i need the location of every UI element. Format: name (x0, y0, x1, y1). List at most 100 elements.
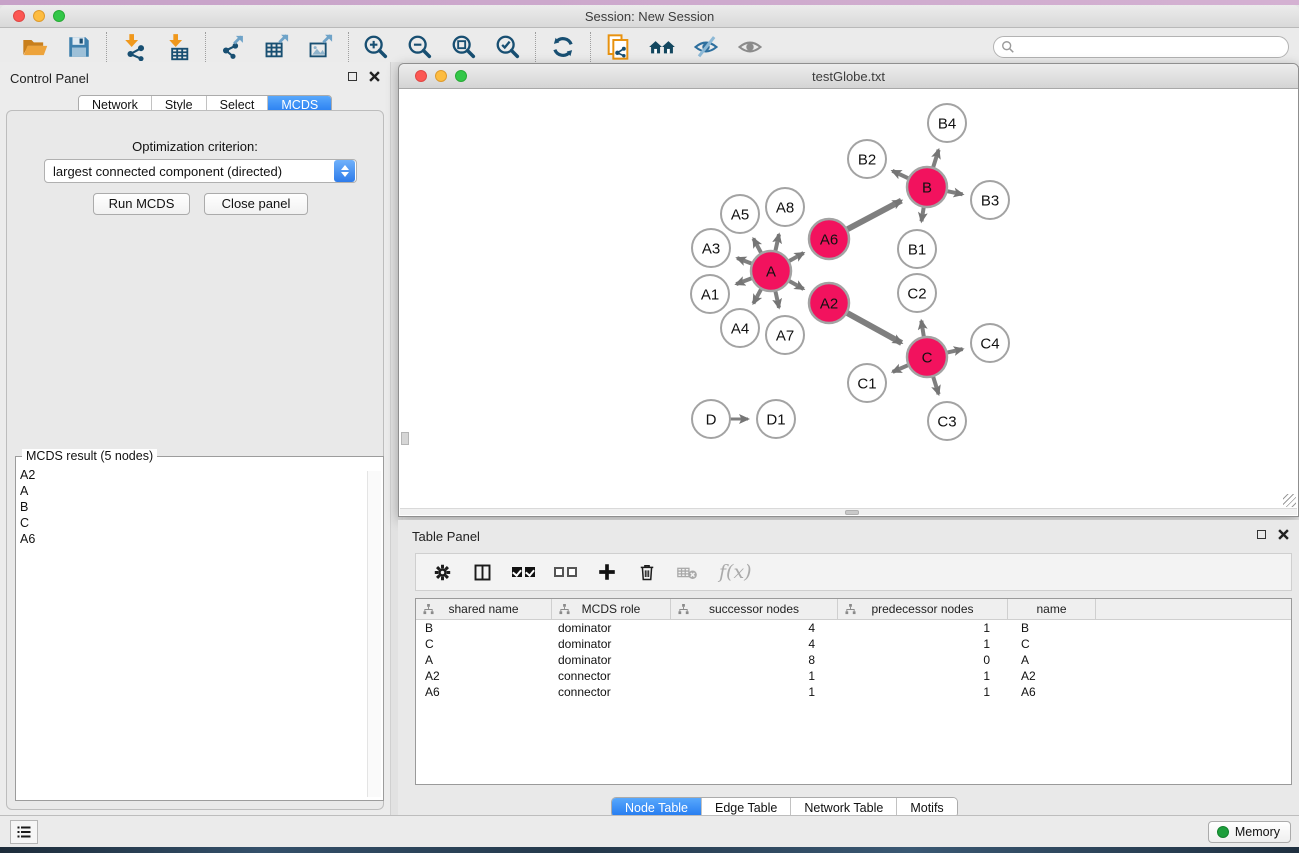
network-edge[interactable] (847, 201, 902, 230)
new-session-button[interactable] (600, 32, 636, 62)
network-edge[interactable] (947, 349, 963, 353)
add-column-button[interactable] (596, 561, 618, 583)
column-header-successor-nodes[interactable]: successor nodes (671, 599, 838, 619)
network-edge[interactable] (753, 289, 761, 304)
search-input[interactable] (1019, 38, 1288, 56)
network-node[interactable]: C (907, 337, 947, 377)
network-node[interactable]: A8 (766, 188, 804, 226)
network-close-button[interactable] (415, 70, 427, 82)
float-panel-icon[interactable] (348, 72, 357, 81)
export-table-button[interactable] (259, 32, 295, 62)
network-node[interactable]: C3 (928, 402, 966, 440)
network-node[interactable]: A2 (809, 283, 849, 323)
network-node[interactable]: B1 (898, 230, 936, 268)
network-node[interactable]: C4 (971, 324, 1009, 362)
run-mcds-button[interactable]: Run MCDS (93, 193, 190, 215)
network-edge[interactable] (753, 239, 761, 254)
network-node[interactable]: B3 (971, 181, 1009, 219)
network-node[interactable]: C2 (898, 274, 936, 312)
close-panel-icon[interactable] (369, 71, 380, 82)
float-panel-icon[interactable] (1257, 530, 1266, 539)
task-history-button[interactable] (10, 820, 38, 844)
deselect-all-button[interactable] (554, 567, 577, 577)
zoom-window-button[interactable] (53, 10, 65, 22)
export-image-button[interactable] (303, 32, 339, 62)
result-item[interactable]: A (20, 483, 35, 499)
network-zoom-button[interactable] (455, 70, 467, 82)
network-vscrollbar-thumb[interactable] (401, 432, 409, 445)
delete-table-button[interactable] (676, 560, 700, 584)
result-item[interactable]: A2 (20, 467, 35, 483)
network-edge[interactable] (921, 321, 924, 338)
mcds-result-list[interactable]: A2 A B C A6 (20, 467, 35, 547)
search-field[interactable] (993, 36, 1289, 58)
zoom-out-button[interactable] (402, 32, 438, 62)
network-edge[interactable] (921, 207, 923, 222)
network-node[interactable]: B2 (848, 140, 886, 178)
network-edge[interactable] (847, 313, 902, 343)
network-edge[interactable] (775, 234, 779, 251)
network-window-titlebar[interactable]: testGlobe.txt (399, 64, 1298, 89)
network-graph[interactable]: B4 B2 B B3 A8A5 A6 A3 B1 A A1 C2 A2 A4A7 C4 C C1 D D1 C3 (400, 90, 1297, 510)
table-row[interactable]: A2 connector 1 1 A2 (416, 668, 1291, 684)
close-panel-button[interactable]: Close panel (204, 193, 308, 215)
refresh-button[interactable] (545, 32, 581, 62)
column-header-predecessor-nodes[interactable]: predecessor nodes (838, 599, 1008, 619)
import-network-button[interactable] (116, 32, 152, 62)
network-node[interactable]: C1 (848, 364, 886, 402)
network-edge[interactable] (737, 258, 752, 264)
neighbors-button[interactable] (644, 32, 680, 62)
minimize-window-button[interactable] (33, 10, 45, 22)
select-all-button[interactable] (512, 567, 535, 577)
network-edge[interactable] (789, 281, 804, 289)
close-panel-icon[interactable] (1278, 529, 1289, 540)
network-edge[interactable] (892, 171, 909, 179)
network-node[interactable]: B4 (928, 104, 966, 142)
network-edge[interactable] (736, 278, 752, 284)
network-node[interactable]: D (692, 400, 730, 438)
network-hscrollbar-thumb[interactable] (845, 510, 859, 515)
network-edge[interactable] (893, 365, 909, 372)
result-item[interactable]: C (20, 515, 35, 531)
network-node[interactable]: A4 (721, 309, 759, 347)
open-file-button[interactable] (17, 32, 53, 62)
network-node[interactable]: A1 (691, 275, 729, 313)
network-edge[interactable] (775, 291, 779, 308)
zoom-selected-button[interactable] (490, 32, 526, 62)
table-row[interactable]: C dominator 4 1 C (416, 636, 1291, 652)
delete-button[interactable] (637, 562, 657, 582)
gear-button[interactable] (432, 562, 453, 583)
result-item[interactable]: A6 (20, 531, 35, 547)
network-canvas[interactable]: B4 B2 B B3 A8A5 A6 A3 B1 A A1 C2 A2 A4A7 C4 C C1 D D1 C3 (400, 90, 1297, 510)
network-node[interactable]: A5 (721, 195, 759, 233)
save-session-button[interactable] (61, 32, 97, 62)
table-row[interactable]: A dominator 8 0 A (416, 652, 1291, 668)
import-table-button[interactable] (160, 32, 196, 62)
table-row[interactable]: B dominator 4 1 B (416, 620, 1291, 636)
network-node[interactable]: A6 (809, 219, 849, 259)
column-header-shared-name[interactable]: shared name (416, 599, 552, 619)
column-header-mcds-role[interactable]: MCDS role (552, 599, 671, 619)
close-window-button[interactable] (13, 10, 25, 22)
memory-button[interactable]: Memory (1208, 821, 1291, 843)
table-row[interactable]: A6 connector 1 1 A6 (416, 684, 1291, 700)
network-edge[interactable] (789, 253, 804, 261)
network-node[interactable]: D1 (757, 400, 795, 438)
hide-selected-button[interactable] (688, 32, 724, 62)
column-header-name[interactable]: name (1008, 599, 1096, 619)
network-node[interactable]: A3 (692, 229, 730, 267)
network-edge[interactable] (947, 191, 963, 194)
network-edge[interactable] (933, 150, 939, 168)
network-minimize-button[interactable] (435, 70, 447, 82)
network-node[interactable]: A (751, 251, 791, 291)
zoom-in-button[interactable] (358, 32, 394, 62)
network-node[interactable]: A7 (766, 316, 804, 354)
columns-button[interactable] (472, 562, 493, 583)
network-node[interactable]: B (907, 167, 947, 207)
network-hscrollbar[interactable] (400, 508, 1297, 515)
function-builder-button[interactable]: f(x) (719, 561, 752, 583)
optimization-criterion-select[interactable]: largest connected component (directed) (44, 159, 357, 183)
export-network-button[interactable] (215, 32, 251, 62)
resize-grip-icon[interactable] (1283, 494, 1296, 507)
network-edge[interactable] (933, 376, 939, 394)
